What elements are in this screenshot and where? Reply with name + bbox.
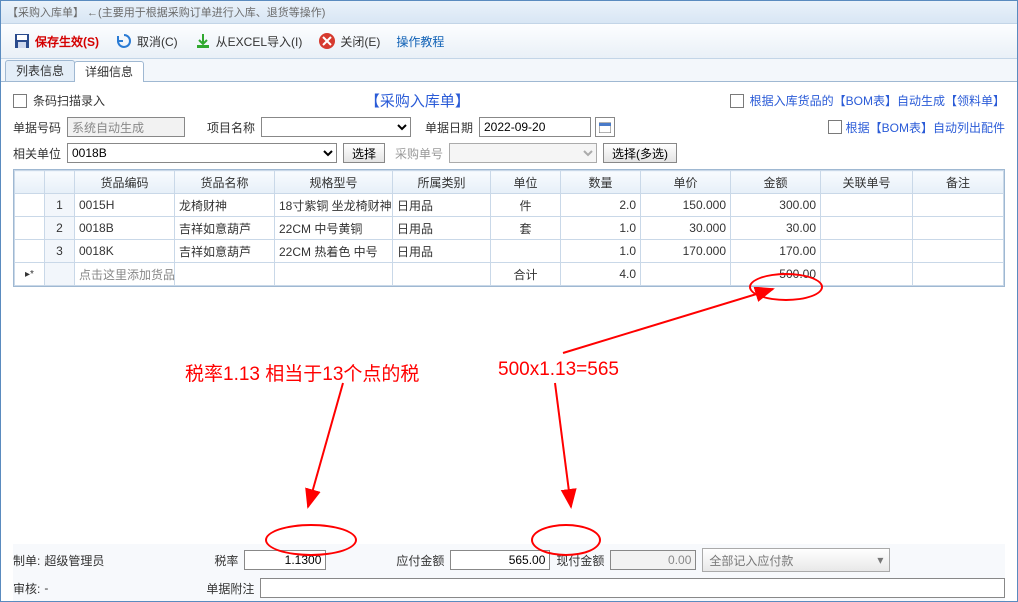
tab-strip: 列表信息 详细信息 — [1, 59, 1017, 82]
col-qty[interactable]: 数量 — [561, 171, 641, 194]
po-select — [449, 143, 597, 163]
new-row[interactable]: ▸* 点击这里添加货品 合计4.0500.00 — [15, 263, 1004, 286]
cash-label: 现付金额 — [556, 552, 604, 569]
col-price[interactable]: 单价 — [641, 171, 731, 194]
rel-unit-label: 相关单位 — [13, 145, 67, 162]
barcode-scan-label: 条码扫描录入 — [33, 92, 105, 109]
corner-cell — [15, 171, 45, 194]
choose-unit-button[interactable]: 选择 — [343, 143, 385, 163]
bom-autogen-link[interactable]: 根据入库货品的【BOM表】自动生成【领料单】 — [750, 92, 1005, 109]
table-row[interactable]: 2 0018B吉祥如意葫芦22CM 中号黄铜日用品 套1.030.00030.0… — [15, 217, 1004, 240]
cancel-label: 取消(C) — [137, 33, 178, 50]
payable-input[interactable] — [450, 550, 550, 570]
tab-list-info[interactable]: 列表信息 — [5, 60, 75, 81]
items-grid[interactable]: 货品编码 货品名称 规格型号 所属类别 单位 数量 单价 金额 关联单号 备注 — [13, 169, 1005, 287]
rel-unit-select[interactable]: 0018B — [67, 143, 337, 163]
save-icon — [13, 32, 31, 50]
auditor-label: 审核: — [13, 580, 40, 597]
close-label: 关闭(E) — [340, 33, 380, 50]
cash-input — [610, 550, 696, 570]
tutorial-label: 操作教程 — [396, 33, 444, 50]
col-name[interactable]: 货品名称 — [175, 171, 275, 194]
bom-parts-link[interactable]: 根据【BOM表】自动列出配件 — [846, 119, 1005, 136]
auditor-value: - — [44, 581, 48, 595]
col-amt[interactable]: 金额 — [731, 171, 821, 194]
footer-row-2: 审核: - 单据附注 — [13, 578, 1005, 598]
form-body: 条码扫描录入 【采购入库单】 根据入库货品的【BOM表】自动生成【领料单】 单据… — [1, 82, 1017, 602]
bom-parts-checkbox[interactable] — [828, 120, 842, 134]
form-row-2: 相关单位 0018B 选择 采购单号 选择(多选) — [13, 143, 1005, 163]
project-label: 项目名称 — [207, 119, 261, 136]
grid-header: 货品编码 货品名称 规格型号 所属类别 单位 数量 单价 金额 关联单号 备注 — [15, 171, 1004, 194]
toolbar: 保存生效(S) 取消(C) 从EXCEL导入(I) 关闭(E) 操作教程 — [1, 24, 1017, 59]
top-row: 条码扫描录入 【采购入库单】 根据入库货品的【BOM表】自动生成【领料单】 — [13, 90, 1005, 111]
footer-row-1: 制单: 超级管理员 税率 应付金额 现付金额 全部记入应付 — [13, 548, 1005, 572]
pay-method-dropdown[interactable]: 全部记入应付款 — [702, 548, 890, 572]
col-spec[interactable]: 规格型号 — [275, 171, 393, 194]
rownum-header — [45, 171, 75, 194]
doc-date-input[interactable] — [479, 117, 591, 137]
tutorial-link[interactable]: 操作教程 — [390, 28, 450, 54]
po-label: 采购单号 — [395, 145, 449, 162]
bom-autogen-checkbox[interactable] — [730, 94, 744, 108]
remark-label: 单据附注 — [206, 580, 254, 597]
rate-input[interactable] — [244, 550, 326, 570]
window-root: 【采购入库单】 ←(主要用于根据采购订单进行入库、退货等操作) 保存生效(S) … — [0, 0, 1018, 602]
table-row[interactable]: 3 0018K吉祥如意葫芦22CM 热着色 中号日用品 1.0170.00017… — [15, 240, 1004, 263]
doc-no-label: 单据号码 — [13, 119, 67, 136]
annotation-canvas: 税率1.13 相当于13个点的税 500x1.13=565 — [13, 287, 1005, 544]
close-button[interactable]: 关闭(E) — [312, 28, 386, 54]
table-row[interactable]: 1 0015H龙椅财神18寸紫铜 坐龙椅财神日用品 件2.0150.000300… — [15, 194, 1004, 217]
col-rel[interactable]: 关联单号 — [821, 171, 913, 194]
annotation-text-1: 税率1.13 相当于13个点的税 — [185, 359, 419, 386]
maker-value: 超级管理员 — [44, 552, 104, 569]
project-select[interactable] — [261, 117, 411, 137]
import-icon — [194, 32, 212, 50]
payable-label: 应付金额 — [396, 552, 444, 569]
annotation-text-2: 500x1.13=565 — [498, 359, 619, 381]
import-label: 从EXCEL导入(I) — [216, 33, 303, 50]
col-unit[interactable]: 单位 — [491, 171, 561, 194]
maker-label: 制单: — [13, 552, 40, 569]
calendar-icon[interactable] — [595, 117, 615, 137]
page-headline: 【采购入库单】 — [111, 90, 724, 111]
tab-detail-info[interactable]: 详细信息 — [74, 61, 144, 82]
annotation-arrows-icon — [13, 287, 1013, 547]
col-code[interactable]: 货品编码 — [75, 171, 175, 194]
title-bar: 【采购入库单】 ←(主要用于根据采购订单进行入库、退货等操作) — [1, 1, 1017, 24]
col-cat[interactable]: 所属类别 — [393, 171, 491, 194]
col-remark[interactable]: 备注 — [913, 171, 1004, 194]
remark-input[interactable] — [260, 578, 1005, 598]
save-button[interactable]: 保存生效(S) — [7, 28, 105, 54]
doc-no-input — [67, 117, 185, 137]
doc-date-label: 单据日期 — [425, 119, 479, 136]
footer: 制单: 超级管理员 税率 应付金额 现付金额 全部记入应付 — [13, 544, 1005, 602]
barcode-scan-checkbox[interactable] — [13, 94, 27, 108]
form-row-1: 单据号码 项目名称 单据日期 根据【BOM表】自动列出配件 — [13, 117, 1005, 137]
undo-icon — [115, 32, 133, 50]
save-label: 保存生效(S) — [35, 33, 99, 50]
window-title: 【采购入库单】 ←(主要用于根据采购订单进行入库、退货等操作) — [7, 4, 325, 20]
choose-po-multi-button[interactable]: 选择(多选) — [603, 143, 677, 163]
cancel-button[interactable]: 取消(C) — [109, 28, 184, 54]
import-excel-button[interactable]: 从EXCEL导入(I) — [188, 28, 309, 54]
rate-label: 税率 — [214, 552, 238, 569]
close-icon — [318, 32, 336, 50]
